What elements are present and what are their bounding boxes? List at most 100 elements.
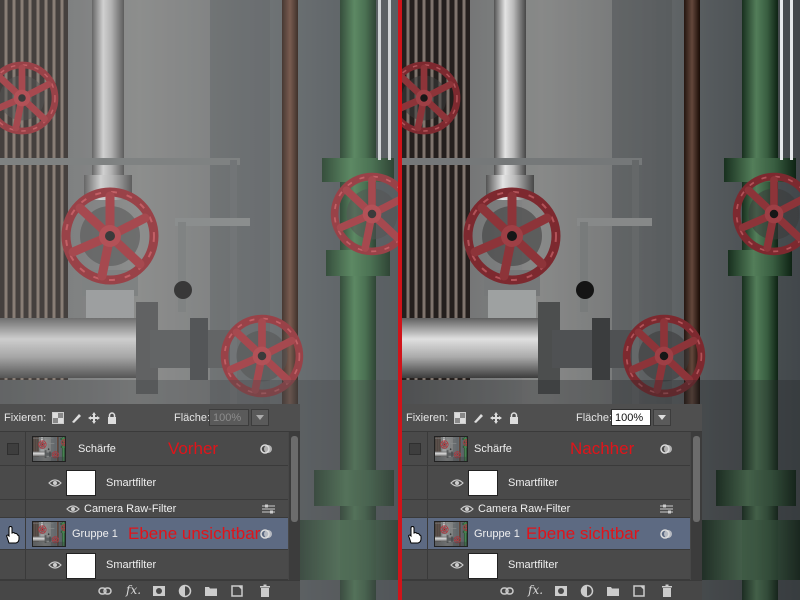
visibility-toggle[interactable] (402, 466, 428, 499)
new-layer-icon[interactable] (632, 584, 646, 598)
overlay-label: Nachher (570, 439, 635, 458)
filter-mask-thumbnail[interactable] (468, 553, 498, 579)
filter-mask-thumbnail[interactable] (468, 470, 498, 496)
before-view: Fixieren: Fläche: 100% Schärfe Vorher Sm… (0, 0, 398, 600)
visibility-toggle[interactable] (402, 432, 428, 465)
layer-row-camera-raw-filter[interactable]: Camera Raw-Filter (402, 500, 690, 518)
scrollbar-thumb[interactable] (291, 436, 298, 522)
add-mask-icon[interactable] (152, 584, 166, 598)
link-layers-icon[interactable] (98, 584, 112, 598)
fill-input[interactable]: 100% (611, 409, 651, 426)
lock-transparent-pixels-icon[interactable] (52, 412, 64, 424)
trash-icon[interactable] (660, 584, 674, 598)
layer-row-smartfilter[interactable]: Smartfilter (402, 550, 690, 580)
eye-icon[interactable] (460, 504, 474, 514)
new-group-icon[interactable] (204, 584, 218, 598)
eye-icon[interactable] (450, 478, 464, 488)
visibility-toggle[interactable] (402, 550, 428, 579)
layer-row-smartfilter[interactable]: Smartfilter (0, 550, 288, 580)
link-layers-icon[interactable] (500, 584, 514, 598)
eye-icon[interactable] (48, 478, 62, 488)
layers-panel: Fixieren: Fläche: 100% (402, 404, 702, 600)
hand-cursor-icon (6, 526, 20, 544)
visibility-toggle[interactable] (402, 500, 428, 517)
filter-mask-thumbnail[interactable] (66, 553, 96, 579)
overlay-label: Ebene unsichtbar (128, 524, 261, 543)
adjustment-layer-icon[interactable] (580, 584, 594, 598)
add-mask-icon[interactable] (554, 584, 568, 598)
filter-mask-thumbnail[interactable] (66, 470, 96, 496)
layer-name: Smartfilter (508, 559, 559, 571)
lock-transparent-pixels-icon[interactable] (454, 412, 466, 424)
new-layer-icon[interactable] (230, 584, 244, 598)
layer-name: Smartfilter (508, 477, 559, 489)
visibility-toggle[interactable] (0, 500, 26, 517)
eye-icon[interactable] (66, 504, 80, 514)
layer-thumbnail[interactable] (434, 521, 468, 547)
lock-position-icon[interactable] (88, 412, 100, 424)
chevron-down-icon (658, 415, 666, 420)
layer-row-group[interactable]: Gruppe 1 Ebene unsichtbar (0, 518, 288, 550)
layer-thumbnail[interactable] (32, 521, 66, 547)
lock-position-icon[interactable] (490, 412, 502, 424)
filter-blending-options-icon[interactable] (262, 504, 275, 514)
smart-object-icon (260, 444, 272, 454)
chevron-down-icon (256, 415, 264, 420)
layer-row-smartfilter[interactable]: Smartfilter (402, 466, 690, 500)
layers-panel: Fixieren: Fläche: 100% (0, 404, 300, 600)
lock-all-icon[interactable] (106, 412, 118, 424)
layer-row-sharpen[interactable]: Schärfe Nachher (402, 432, 690, 466)
fill-label: Fläche: (174, 412, 211, 424)
layer-name: Schärfe (78, 443, 116, 455)
filter-blending-options-icon[interactable] (660, 504, 673, 514)
lock-image-pixels-icon[interactable] (70, 412, 82, 424)
layer-style-button[interactable]: fx. (126, 583, 141, 597)
adjustment-layer-icon[interactable] (178, 584, 192, 598)
visibility-toggle[interactable] (402, 518, 428, 549)
after-view: Fixieren: Fläche: 100% Schärfe Nachher S… (402, 0, 800, 600)
layer-name: Schärfe (474, 443, 512, 455)
layers-scrollbar[interactable] (691, 432, 702, 580)
lock-all-icon[interactable] (508, 412, 520, 424)
overlay-label: Vorher (168, 439, 219, 458)
layers-panel-toolbar: Fixieren: Fläche: 100% (0, 404, 300, 432)
layer-name: Gruppe 1 (474, 528, 520, 540)
thumbnail-image (33, 437, 66, 462)
layer-name: Gruppe 1 (72, 528, 118, 540)
smart-object-icon (660, 529, 672, 539)
eye-icon[interactable] (450, 560, 464, 570)
layer-thumbnail[interactable] (434, 436, 468, 462)
visibility-toggle[interactable] (0, 518, 26, 549)
layer-row-camera-raw-filter[interactable]: Camera Raw-Filter (0, 500, 288, 518)
lock-label: Fixieren: (4, 412, 47, 424)
visibility-toggle[interactable] (0, 432, 26, 465)
layer-row-smartfilter[interactable]: Smartfilter (0, 466, 288, 500)
layers-panel-bottom-bar: fx. (0, 580, 300, 600)
visibility-toggle[interactable] (0, 550, 26, 579)
layer-name: Camera Raw-Filter (84, 503, 177, 515)
eye-icon[interactable] (48, 560, 62, 570)
visibility-toggle[interactable] (0, 466, 26, 499)
layers-scrollbar[interactable] (289, 432, 300, 580)
layer-thumbnail[interactable] (32, 436, 66, 462)
layers-panel-toolbar: Fixieren: Fläche: 100% (402, 404, 702, 432)
fill-dropdown-button[interactable] (653, 409, 671, 426)
smart-object-icon (660, 444, 672, 454)
new-group-icon[interactable] (606, 584, 620, 598)
fill-input[interactable]: 100% (209, 409, 249, 426)
overlay-label: Ebene sichtbar (526, 524, 640, 543)
layer-row-sharpen[interactable]: Schärfe Vorher (0, 432, 288, 466)
hand-cursor-icon (408, 526, 422, 544)
visibility-box[interactable] (7, 443, 19, 455)
lock-image-pixels-icon[interactable] (472, 412, 484, 424)
layer-row-group[interactable]: Gruppe 1 Ebene sichtbar (402, 518, 690, 550)
fill-dropdown-button[interactable] (251, 409, 269, 426)
layer-name: Smartfilter (106, 559, 157, 571)
layer-style-button[interactable]: fx. (528, 583, 543, 597)
scrollbar-thumb[interactable] (693, 436, 700, 522)
thumbnail-image (435, 437, 468, 462)
layer-name: Camera Raw-Filter (478, 503, 571, 515)
layer-name: Smartfilter (106, 477, 157, 489)
visibility-box[interactable] (409, 443, 421, 455)
trash-icon[interactable] (258, 584, 272, 598)
